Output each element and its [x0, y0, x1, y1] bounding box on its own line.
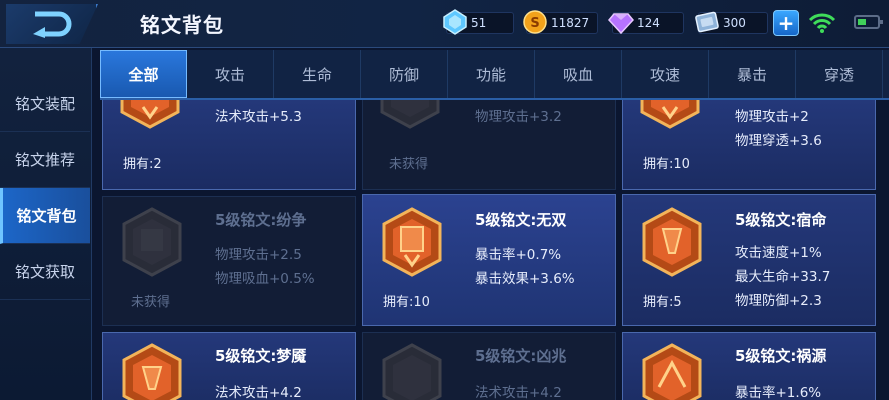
inscription-emblem-icon [380, 100, 440, 129]
inscription-owned-count: 未获得 [131, 295, 171, 310]
svg-text:S: S [530, 16, 539, 31]
inscription-owned-count: 拥有:2 [123, 157, 162, 172]
inscription-card[interactable]: 物理攻击+2 物理穿透+3.6 拥有:10 [622, 100, 876, 190]
add-currency-button[interactable]: + [773, 10, 799, 36]
inscription-attr: 物理攻击+3.2 [475, 109, 562, 125]
inscription-attr: 暴击率+1.6% [735, 385, 822, 400]
inscription-owned-count: 未获得 [389, 157, 429, 172]
tab-defense[interactable]: 防御 [361, 50, 448, 98]
inscription-card[interactable]: 物理攻击+3.2 未获得 [362, 100, 616, 190]
inscription-emblem-icon [640, 100, 700, 129]
top-bar: 铭文背包 51 S 11827 124 300 + [0, 0, 889, 48]
sidebar-item-backpack[interactable]: 铭文背包 [0, 188, 90, 244]
tab-attack-speed[interactable]: 攻速 [622, 50, 709, 98]
inscription-attr: 物理吸血+0.5% [215, 271, 315, 287]
inscription-attr: 法术攻击+5.3 [215, 109, 302, 125]
gem-counter[interactable]: 124 [608, 11, 684, 35]
inscription-emblem-icon [120, 100, 180, 129]
inscription-attr: 法术攻击+4.2 [215, 385, 302, 400]
category-tabs: 全部 攻击 生命 防御 功能 吸血 攻速 暴击 穿透 [100, 50, 889, 100]
inscription-attr: 法术攻击+4.2 [475, 385, 562, 400]
inscription-emblem-icon [122, 343, 182, 400]
tab-health[interactable]: 生命 [274, 50, 361, 98]
inscription-attr: 暴击率+0.7% [475, 247, 562, 263]
tab-all[interactable]: 全部 [100, 50, 187, 98]
sidebar: 铭文装配 铭文推荐 铭文背包 铭文获取 [0, 48, 92, 400]
gold-coin-icon: S [523, 10, 547, 34]
inscription-attr: 物理防御+2.3 [735, 293, 822, 309]
inscription-name: 5级铭文:凶兆 [475, 347, 567, 365]
inscription-card[interactable]: 5级铭文:梦魇 法术攻击+4.2 [102, 332, 356, 400]
inscription-emblem-icon [122, 207, 182, 277]
inscription-emblem-icon [382, 207, 442, 277]
inscription-attr: 攻击速度+1% [735, 245, 822, 261]
inscription-name: 5级铭文:祸源 [735, 347, 827, 365]
inscription-card[interactable]: 5级铭文:宿命 攻击速度+1% 最大生命+33.7 物理防御+2.3 拥有:5 [622, 194, 876, 326]
tab-attack[interactable]: 攻击 [187, 50, 274, 98]
inscription-emblem-icon [642, 207, 702, 277]
back-button[interactable] [6, 4, 98, 44]
inscription-owned-count: 拥有:5 [643, 295, 682, 310]
inscription-owned-count: 拥有:10 [383, 295, 430, 310]
page-title: 铭文背包 [140, 13, 224, 37]
inscription-name: 5级铭文:宿命 [735, 211, 827, 229]
purple-gem-icon [608, 13, 634, 35]
inscription-attr: 暴击效果+3.6% [475, 271, 575, 287]
tab-lifesteal[interactable]: 吸血 [535, 50, 622, 98]
tab-penetration[interactable]: 穿透 [796, 50, 883, 98]
coupon-icon [695, 11, 719, 33]
sidebar-item-obtain[interactable]: 铭文获取 [0, 244, 90, 300]
sidebar-item-equip[interactable]: 铭文装配 [0, 76, 90, 132]
back-arrow-icon [33, 11, 72, 38]
inscription-card[interactable]: 法术攻击+5.3 拥有:2 [102, 100, 356, 190]
inscription-attr: 物理攻击+2 [735, 109, 809, 125]
inscription-card[interactable]: 5级铭文:无双 暴击率+0.7% 暴击效果+3.6% 拥有:10 [362, 194, 616, 326]
diamond-icon [443, 9, 467, 35]
sidebar-item-recommend[interactable]: 铭文推荐 [0, 132, 90, 188]
gold-counter[interactable]: S 11827 [523, 10, 598, 35]
inscription-grid[interactable]: 法术攻击+5.3 拥有:2 物理攻击+3.2 未获得 物理攻击+2 物理穿透+3… [100, 100, 889, 400]
inscription-card[interactable]: 5级铭文:凶兆 法术攻击+4.2 [362, 332, 616, 400]
inscription-emblem-icon [642, 343, 702, 400]
inscription-name: 5级铭文:梦魇 [215, 347, 307, 365]
battery-icon [854, 15, 883, 29]
inscription-name: 5级铭文:无双 [475, 211, 567, 229]
inscription-attr: 物理穿透+3.6 [735, 133, 822, 149]
tab-utility[interactable]: 功能 [448, 50, 535, 98]
inscription-emblem-icon [382, 343, 442, 400]
inscription-attr: 最大生命+33.7 [735, 269, 831, 285]
inscription-owned-count: 拥有:10 [643, 157, 690, 172]
wifi-icon [808, 13, 836, 33]
inscription-card[interactable]: 5级铭文:祸源 暴击率+1.6% [622, 332, 876, 400]
coupon-counter[interactable]: 300 [695, 11, 768, 35]
diamond-counter[interactable]: 51 [443, 9, 514, 35]
inscription-attr: 物理攻击+2.5 [215, 247, 302, 263]
inscription-card[interactable]: 5级铭文:纷争 物理攻击+2.5 物理吸血+0.5% 未获得 [102, 196, 356, 326]
inscription-name: 5级铭文:纷争 [215, 211, 307, 229]
plus-icon: + [777, 11, 795, 35]
tab-critical[interactable]: 暴击 [709, 50, 796, 98]
